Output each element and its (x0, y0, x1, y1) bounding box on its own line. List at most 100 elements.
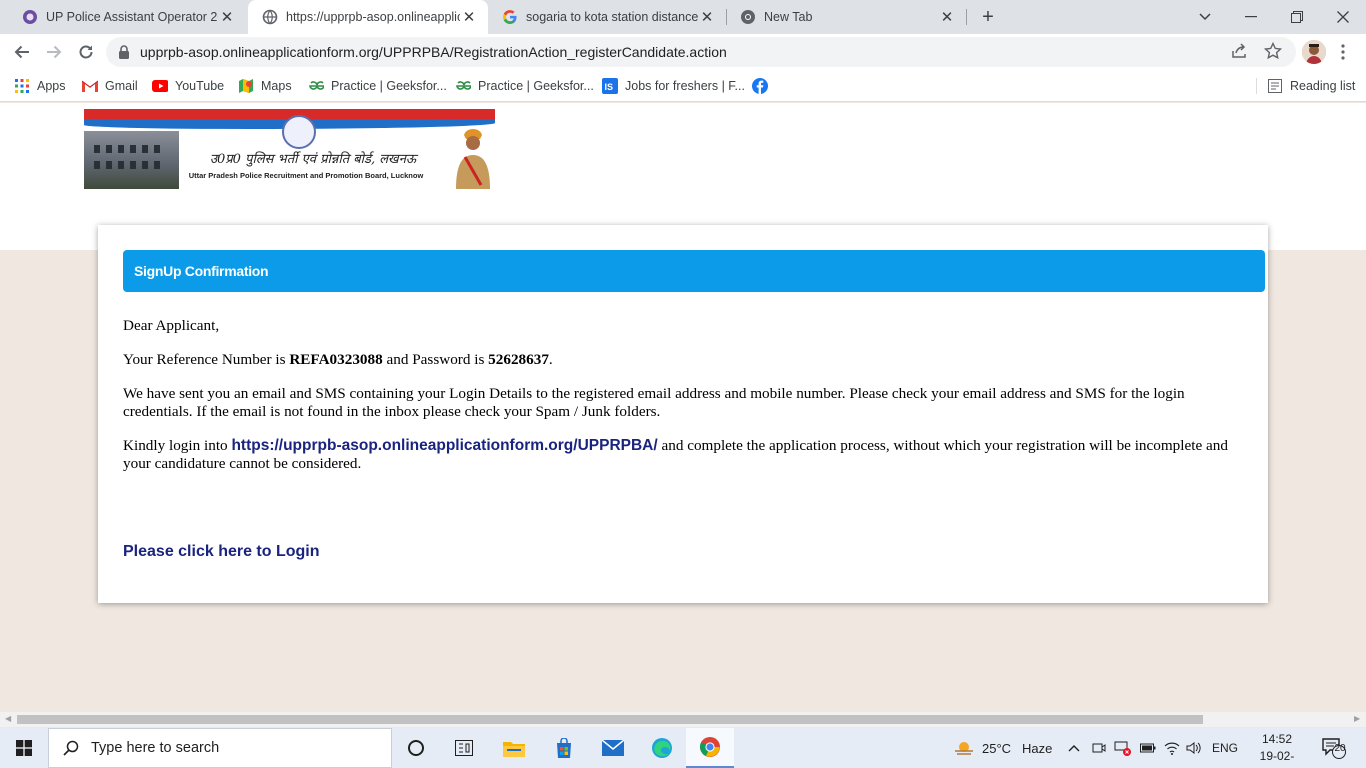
portal-url-link[interactable]: https://upprpb-asop.onlineapplicationfor… (231, 437, 657, 454)
back-arrow-icon[interactable] (10, 40, 34, 64)
tab-title: https://upprpb-asop.onlineapplic (286, 10, 460, 24)
reading-list-button[interactable]: Reading list (1267, 76, 1355, 96)
reference-number: REFA0323088 (289, 351, 383, 368)
bookmark-maps[interactable]: Maps (238, 76, 292, 96)
youtube-icon (152, 78, 168, 94)
bookmark-label: Practice | Geeksfor... (478, 79, 594, 93)
language-indicator[interactable]: ENG (1212, 728, 1238, 768)
bookmarks-bar: Apps Gmail YouTube Maps Practice | Geeks… (0, 70, 1366, 102)
weather-temperature: 25°C (982, 740, 1012, 756)
card-header: SignUp Confirmation (123, 250, 1265, 292)
lock-icon[interactable] (118, 45, 130, 59)
card-body: Dear Applicant, Your Reference Number is… (123, 317, 1253, 489)
banner-hindi-title: उ0प्र0 पुलिस भर्ती एवं प्रोन्नति बोर्ड, … (209, 152, 417, 167)
task-view-circle-icon[interactable] (392, 728, 440, 768)
bookmark-label: YouTube (175, 79, 225, 93)
reading-list-icon (1267, 78, 1283, 94)
greeting-text: Dear Applicant, (123, 317, 220, 334)
bookmark-label: Practice | Geeksfor... (331, 79, 447, 93)
url-text[interactable]: upprpb-asop.onlineapplicationform.org/UP… (140, 44, 727, 60)
windows-taskbar: Type here to search 25°C Haze ENG 14:52 … (0, 728, 1366, 768)
bookmark-star-icon[interactable] (1264, 42, 1282, 60)
restore-icon[interactable] (1274, 0, 1320, 34)
address-bar[interactable]: upprpb-asop.onlineapplicationform.org/UP… (106, 37, 1296, 67)
tab-search-chevron-icon[interactable] (1182, 0, 1228, 34)
close-tab-icon[interactable]: ✕ (460, 8, 478, 26)
notification-count-badge: 20 (1334, 743, 1346, 754)
bookmark-label: Jobs for freshers | F... (625, 79, 745, 93)
chrome-taskbar-icon[interactable] (686, 728, 734, 768)
board-seal-icon (282, 115, 316, 149)
facebook-icon (752, 78, 768, 94)
login-link[interactable]: Please click here to Login (123, 543, 320, 561)
taskbar-clock[interactable]: 14:52 19-02-2022 (1248, 731, 1306, 768)
close-tab-icon[interactable]: ✕ (218, 8, 236, 26)
tab-title: New Tab (764, 10, 813, 24)
search-placeholder: Type here to search (91, 740, 220, 756)
bookmark-geeksforgeeks-2[interactable]: Practice | Geeksfor... (455, 76, 594, 96)
show-hidden-icons-chevron-icon[interactable] (1068, 728, 1080, 768)
battery-icon[interactable] (1140, 728, 1156, 768)
close-tab-icon[interactable]: ✕ (938, 8, 956, 26)
tab-title: UP Police Assistant Operator 202 (46, 10, 218, 24)
bookmark-jobs-freshers[interactable]: IS Jobs for freshers | F... (602, 76, 745, 96)
bookmark-geeksforgeeks-1[interactable]: Practice | Geeksfor... (308, 76, 447, 96)
horizontal-scrollbar[interactable]: ◀ ▶ (0, 712, 1366, 727)
browser-toolbar: upprpb-asop.onlineapplicationform.org/UP… (0, 34, 1366, 70)
email-notice-paragraph: We have sent you an email and SMS contai… (123, 385, 1185, 420)
weather-widget[interactable]: 25°C Haze (954, 728, 1052, 768)
tab-strip: UP Police Assistant Operator 202 ✕ https… (0, 0, 1366, 34)
windows-start-icon[interactable] (0, 728, 48, 768)
minimize-icon[interactable] (1228, 0, 1274, 34)
edge-browser-icon[interactable] (638, 728, 686, 768)
new-tab-plus-icon[interactable]: + (976, 5, 1000, 29)
menu-kebab-icon[interactable] (1334, 40, 1352, 64)
bookmark-youtube[interactable]: YouTube (152, 76, 224, 96)
clock-date: 19-02-2022 (1259, 749, 1295, 768)
tab-up-police[interactable]: UP Police Assistant Operator 202 ✕ (8, 0, 246, 34)
indeed-is-icon: IS (602, 78, 618, 94)
close-window-icon[interactable] (1320, 0, 1366, 34)
ref-mid: and Password is (382, 351, 489, 368)
clock-time: 14:52 (1261, 732, 1293, 746)
scroll-left-icon[interactable]: ◀ (5, 714, 11, 723)
police-officer-image (452, 123, 494, 189)
wifi-icon[interactable] (1164, 728, 1180, 768)
scroll-right-icon[interactable]: ▶ (1354, 714, 1360, 723)
bookmark-apps[interactable]: Apps (14, 76, 66, 96)
taskbar-search-box[interactable]: Type here to search (48, 728, 392, 768)
apps-grid-icon (14, 78, 30, 94)
police-favicon-icon (22, 9, 38, 25)
volume-icon[interactable] (1186, 728, 1202, 768)
file-explorer-icon[interactable] (490, 728, 538, 768)
microsoft-store-icon[interactable] (540, 728, 588, 768)
scrollbar-thumb[interactable] (17, 715, 1203, 724)
profile-avatar[interactable] (1302, 40, 1326, 64)
network-error-icon[interactable] (1114, 728, 1132, 768)
password-value: 52628637 (488, 351, 549, 368)
gmail-icon (82, 78, 98, 94)
login-instructions-paragraph: Kindly login into https://upprpb-asop.on… (123, 437, 1253, 473)
notification-center-icon[interactable]: 20 (1322, 728, 1346, 768)
widgets-icon[interactable] (440, 728, 488, 768)
search-icon (63, 740, 79, 756)
bookmark-gmail[interactable]: Gmail (82, 76, 138, 96)
bookmark-label: Maps (261, 79, 292, 93)
tab-registration-active[interactable]: https://upprpb-asop.onlineapplic ✕ (248, 0, 488, 34)
close-tab-icon[interactable]: ✕ (698, 8, 716, 26)
globe-icon (262, 9, 278, 25)
tab-google-search[interactable]: sogaria to kota station distance - ✕ (488, 0, 726, 34)
reload-icon[interactable] (74, 40, 98, 64)
mail-icon[interactable] (589, 728, 637, 768)
forward-arrow-icon[interactable] (42, 40, 66, 64)
login-prefix: Kindly login into (123, 437, 232, 454)
chrome-icon (740, 9, 756, 25)
meet-now-icon[interactable] (1092, 728, 1106, 768)
card-heading: SignUp Confirmation (134, 263, 269, 279)
signup-confirmation-card: SignUp Confirmation Dear Applicant, Your… (98, 225, 1268, 603)
svg-text:IS: IS (605, 82, 614, 92)
tab-new-tab[interactable]: New Tab ✕ (726, 0, 966, 34)
tab-title: sogaria to kota station distance - (526, 10, 698, 24)
share-icon[interactable] (1230, 42, 1248, 60)
bookmark-facebook[interactable] (752, 76, 775, 96)
